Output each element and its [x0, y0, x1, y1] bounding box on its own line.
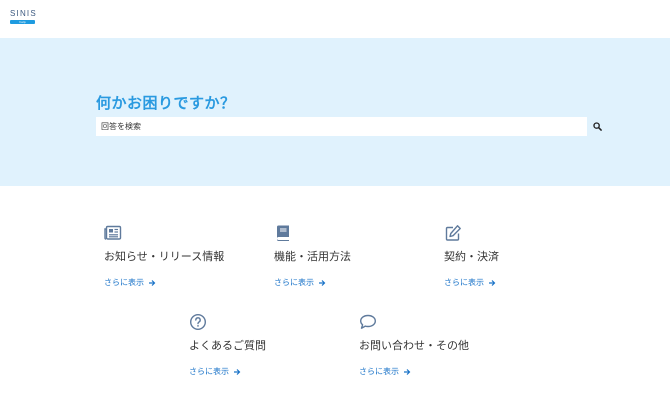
category-title: 契約・決済	[444, 250, 499, 263]
category-title: お知らせ・リリース情報	[104, 250, 225, 263]
chat-bubble-icon	[360, 314, 376, 329]
category-card-features[interactable]: 機能・活用方法 さらに表示	[274, 224, 424, 296]
hero-section: 何かお困りですか？	[0, 38, 670, 186]
show-more-label: さらに表示	[104, 278, 144, 287]
book-icon	[277, 225, 289, 241]
show-more-label: さらに表示	[189, 367, 229, 376]
arrow-right-icon	[234, 368, 241, 375]
newspaper-icon	[104, 225, 122, 240]
search-icon	[592, 121, 602, 131]
category-card-faq[interactable]: よくあるご質問 さらに表示	[189, 313, 339, 385]
hero-title: 何かお困りですか？	[96, 94, 236, 112]
show-more-link[interactable]: さらに表示	[359, 366, 411, 377]
category-card-contract[interactable]: 契約・決済 さらに表示	[444, 224, 594, 296]
edit-icon	[445, 225, 461, 241]
show-more-link[interactable]: さらに表示	[274, 277, 326, 288]
show-more-label: さらに表示	[359, 367, 399, 376]
show-more-link[interactable]: さらに表示	[189, 366, 241, 377]
search-input[interactable]	[96, 117, 587, 136]
category-title: 機能・活用方法	[274, 250, 351, 263]
category-title: よくあるご質問	[189, 339, 266, 352]
show-more-label: さらに表示	[444, 278, 484, 287]
category-title: お問い合わせ・その他	[359, 339, 469, 352]
arrow-right-icon	[404, 368, 411, 375]
logo-sub: help	[19, 20, 26, 24]
logo-bar: help	[10, 20, 35, 24]
arrow-right-icon	[149, 279, 156, 286]
logo[interactable]: SINIS help	[10, 10, 36, 26]
show-more-label: さらに表示	[274, 278, 314, 287]
category-card-news[interactable]: お知らせ・リリース情報 さらに表示	[104, 224, 254, 296]
search-button[interactable]	[590, 118, 604, 134]
question-circle-icon	[189, 313, 207, 331]
site-header: SINIS help	[0, 0, 670, 38]
show-more-link[interactable]: さらに表示	[444, 277, 496, 288]
arrow-right-icon	[489, 279, 496, 286]
category-card-contact[interactable]: お問い合わせ・その他 さらに表示	[359, 313, 509, 385]
show-more-link[interactable]: さらに表示	[104, 277, 156, 288]
arrow-right-icon	[319, 279, 326, 286]
logo-text: SINIS	[10, 9, 37, 18]
